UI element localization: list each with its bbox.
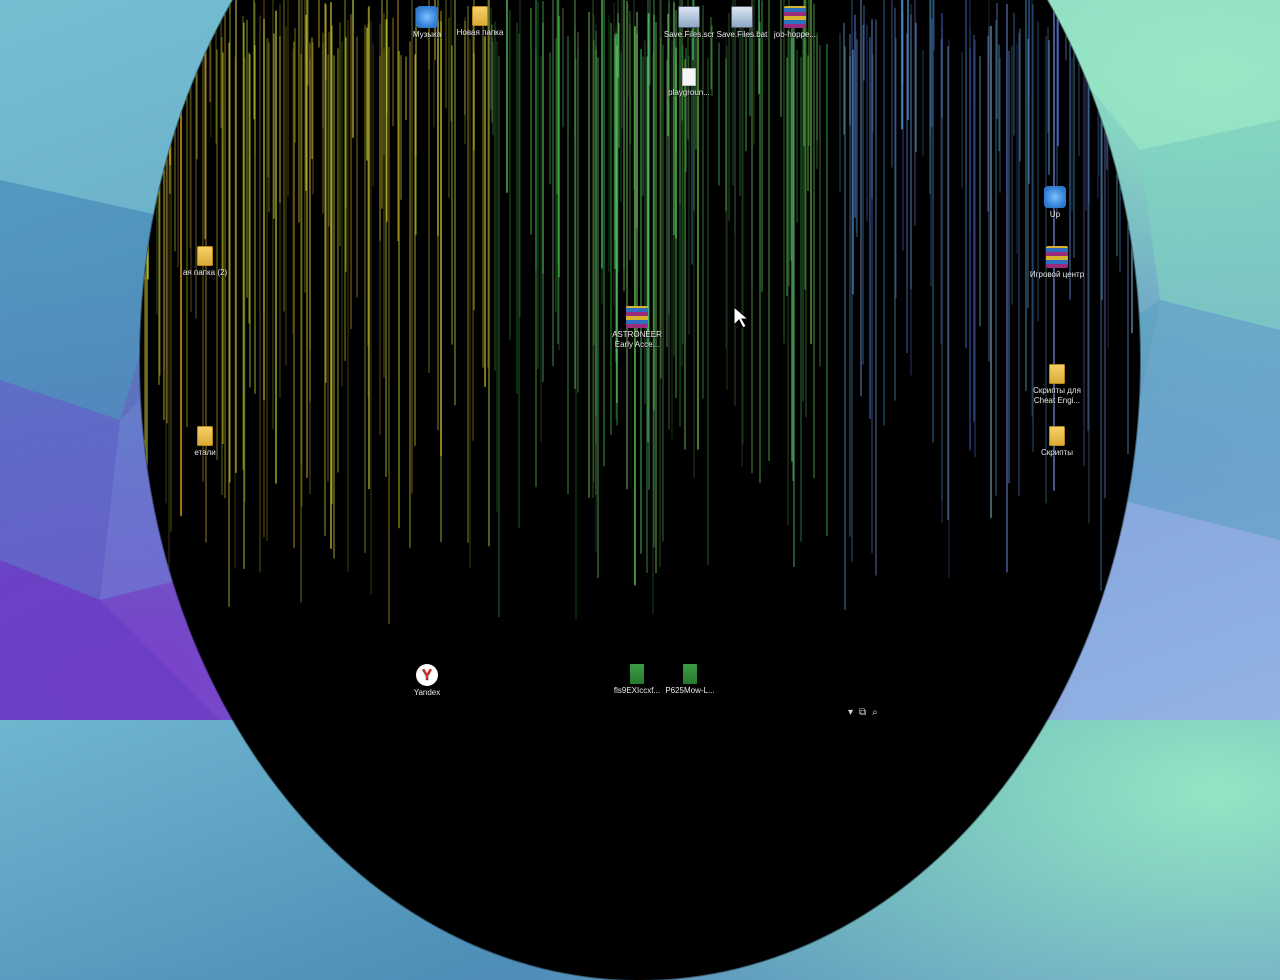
desktop-icon-job-hopper[interactable]: job-hoppe...: [760, 6, 830, 40]
icon-label: P625Mow-L...: [665, 686, 715, 695]
desktop-icon-new-folder-2[interactable]: ая папка (2): [180, 246, 230, 278]
desktop-icon-game-center[interactable]: Игровой центр: [1022, 246, 1092, 280]
window-icon[interactable]: ⧉: [859, 706, 866, 720]
icon-label: ASTRONEER Early Acce...: [612, 330, 662, 349]
mouse-cursor-icon: [733, 305, 750, 329]
icon-label: fls9EXIccxf...: [613, 686, 661, 695]
document-icon: [682, 68, 696, 86]
search-icon[interactable]: ⌕: [872, 706, 878, 720]
icon-label: Музыка: [412, 30, 442, 39]
screen-saver-icon: [678, 6, 700, 28]
folder-icon: [1049, 364, 1065, 384]
icon-label: Новая папка: [456, 28, 504, 37]
folder-icon: [1049, 426, 1065, 446]
green-file-icon: [683, 664, 697, 684]
icon-label: Игровой центр: [1029, 270, 1085, 279]
icon-label: Yandex: [413, 688, 441, 697]
green-file-icon: [630, 664, 644, 684]
icon-label: Up: [1049, 210, 1061, 219]
icon-label: Скрипты для Cheat Engi...: [1033, 386, 1081, 405]
desktop-icon-details[interactable]: етали: [180, 426, 230, 458]
folder-icon: [197, 426, 213, 446]
desktop-icon-green-file-2[interactable]: P625Mow-L...: [655, 664, 725, 696]
archive-icon: [626, 306, 648, 328]
folder-icon: [197, 246, 213, 266]
desktop-icon-cheat-engine-scripts[interactable]: Скрипты для Cheat Engi...: [1022, 364, 1092, 406]
taskbar-tray: ▾ ⧉ ⌕: [848, 706, 878, 720]
yandex-icon: Y: [416, 664, 438, 686]
desktop-icon-up[interactable]: Up: [1035, 186, 1075, 220]
icon-label: job-hoppe...: [773, 30, 817, 39]
batch-file-icon: [731, 6, 753, 28]
desktop-viewport: Музыка Новая папка Save.Files.scr Save.F…: [140, 0, 1140, 980]
icon-label: Скрипты: [1041, 448, 1073, 457]
icon-label: playgroun...: [668, 88, 710, 97]
desktop-icon-yandex[interactable]: Y Yandex: [392, 664, 462, 698]
icon-label: етали: [194, 448, 216, 457]
music-app-icon: [416, 6, 438, 28]
archive-icon: [784, 6, 806, 28]
desktop-icon-scripts[interactable]: Скрипты: [1022, 426, 1092, 458]
desktop-icon-astroneer[interactable]: ASTRONEER Early Acce...: [602, 306, 672, 350]
chevron-up-icon[interactable]: ▾: [848, 706, 853, 720]
app-icon: [1044, 186, 1066, 208]
game-center-icon: [1046, 246, 1068, 268]
desktop-icon-playground[interactable]: playgroun...: [654, 68, 724, 98]
desktop-icon-new-folder[interactable]: Новая папка: [445, 6, 515, 38]
matrix-streaks: [144, 0, 1133, 624]
icon-label: ая папка (2): [182, 268, 228, 277]
folder-icon: [472, 6, 488, 26]
